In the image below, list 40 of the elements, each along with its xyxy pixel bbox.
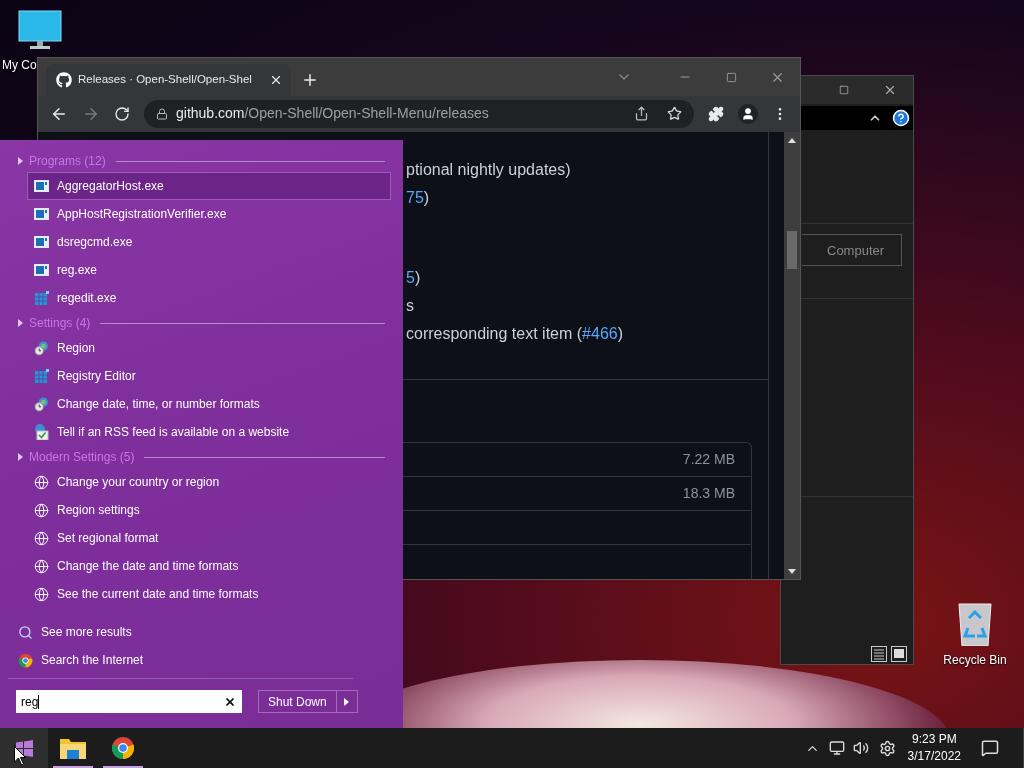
- search-text: reg: [21, 693, 39, 711]
- group-header: Programs (12): [29, 153, 106, 170]
- file-size: 7.22 MB: [682, 450, 735, 469]
- group-header: Modern Settings (5): [29, 449, 135, 466]
- menu-item[interactable]: Tell if an RSS feed is available on a website: [27, 418, 391, 446]
- menu-item[interactable]: reg.exe: [27, 256, 391, 284]
- menu-item[interactable]: regedit.exe: [27, 284, 391, 312]
- menu-item[interactable]: Change date, time, or number formats: [27, 390, 391, 418]
- menu-item[interactable]: Change your country or region: [27, 468, 391, 496]
- menu-item[interactable]: AggregatorHost.exe: [27, 172, 391, 200]
- menu-item[interactable]: AppHostRegistrationVerifier.exe: [27, 200, 391, 228]
- text-line: ptional nightly updates): [406, 160, 572, 180]
- menu-item[interactable]: See more results: [16, 618, 391, 646]
- menu-item[interactable]: dsregcmd.exe: [27, 228, 391, 256]
- clock[interactable]: 9:23 PM 3/17/2022: [903, 731, 965, 765]
- menu-item[interactable]: See the current date and time formats: [27, 580, 391, 608]
- menu-item[interactable]: Registry Editor: [27, 362, 391, 390]
- desktop-icon-label[interactable]: My Co: [2, 56, 37, 74]
- search-field[interactable]: Computer: [802, 234, 902, 266]
- address-bar[interactable]: github.com/Open-Shell/Open-Shell-Menu/releases: [144, 99, 694, 128]
- browser-tab[interactable]: Releases · Open-Shell/Open-Shel: [46, 63, 291, 96]
- text-line: 5): [406, 264, 768, 292]
- menu-item[interactable]: Set regional format: [27, 524, 391, 552]
- link[interactable]: #466: [582, 322, 618, 346]
- group-header: Settings (4): [29, 315, 91, 332]
- text-line: corresponding text item (#466): [406, 320, 768, 348]
- tab-title: Releases · Open-Shell/Open-Shel: [78, 72, 253, 88]
- text-line: s: [406, 296, 415, 316]
- link[interactable]: 75: [406, 186, 424, 210]
- menu-item[interactable]: Search the Internet: [16, 646, 391, 674]
- search-field[interactable]: reg: [16, 690, 242, 713]
- link[interactable]: 5: [406, 266, 415, 290]
- shutdown-button[interactable]: Shut Down: [259, 691, 337, 712]
- file-size: 18.3 MB: [682, 484, 735, 503]
- menu-item[interactable]: Region settings: [27, 496, 391, 524]
- text-line: 75): [406, 184, 768, 212]
- desktop-icon-label[interactable]: Recycle Bin: [943, 651, 1007, 669]
- menu-item[interactable]: Change the date and time formats: [27, 552, 391, 580]
- menu-item[interactable]: Region: [27, 334, 391, 362]
- url-text: github.com/Open-Shell/Open-Shell-Menu/releases: [176, 104, 490, 124]
